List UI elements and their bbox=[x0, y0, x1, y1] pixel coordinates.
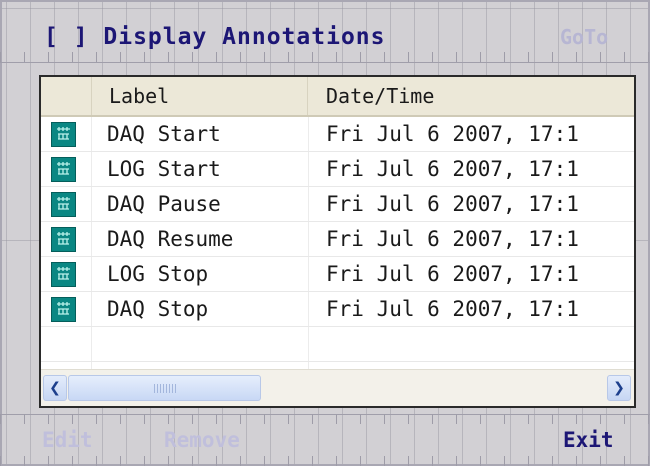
row-label: DAQ Stop bbox=[107, 297, 209, 321]
ruler-ticks bbox=[0, 456, 650, 466]
divider-line bbox=[0, 62, 650, 63]
table-row[interactable]: DAQ Stop Fri Jul 6 2007, 17:1 bbox=[41, 292, 634, 327]
annotation-rows: DAQ Start Fri Jul 6 2007, 17:1 LOG Start… bbox=[41, 117, 634, 362]
annotation-list[interactable]: Label Date/Time DAQ Start Fri Jul 6 2007… bbox=[39, 75, 636, 408]
row-label: DAQ Resume bbox=[107, 227, 234, 251]
display-annotations-toggle[interactable]: [ ] Display Annotations bbox=[44, 22, 386, 52]
goto-button[interactable]: GoTo bbox=[560, 24, 608, 50]
ruler-ticks bbox=[0, 414, 650, 424]
annotation-marker-icon bbox=[51, 122, 76, 147]
row-label: LOG Start bbox=[107, 157, 221, 181]
ruler-ticks bbox=[0, 52, 650, 62]
row-label: LOG Stop bbox=[107, 262, 209, 286]
annotation-marker-icon bbox=[51, 262, 76, 287]
icon-column-header[interactable] bbox=[41, 77, 91, 115]
exit-button[interactable]: Exit bbox=[563, 426, 614, 454]
scroll-right-button[interactable]: ❯ bbox=[607, 375, 631, 401]
table-row[interactable]: LOG Stop Fri Jul 6 2007, 17:1 bbox=[41, 257, 634, 292]
annotation-marker-icon bbox=[51, 157, 76, 182]
row-datetime: Fri Jul 6 2007, 17:1 bbox=[326, 122, 579, 146]
row-datetime: Fri Jul 6 2007, 17:1 bbox=[326, 157, 579, 181]
table-row[interactable]: DAQ Start Fri Jul 6 2007, 17:1 bbox=[41, 117, 634, 152]
row-label: DAQ Start bbox=[107, 122, 221, 146]
row-datetime: Fri Jul 6 2007, 17:1 bbox=[326, 227, 579, 251]
annotation-marker-icon bbox=[51, 227, 76, 252]
table-row[interactable]: DAQ Pause Fri Jul 6 2007, 17:1 bbox=[41, 187, 634, 222]
grip-icon bbox=[154, 384, 176, 393]
horizontal-scrollbar[interactable]: ❮ ❯ bbox=[41, 369, 634, 406]
remove-button[interactable]: Remove bbox=[164, 426, 240, 454]
row-label: DAQ Pause bbox=[107, 192, 221, 216]
row-datetime: Fri Jul 6 2007, 17:1 bbox=[326, 262, 579, 286]
scrollbar-thumb[interactable] bbox=[68, 375, 261, 401]
column-header-label[interactable]: Label bbox=[91, 77, 308, 115]
scroll-right-arrow-icon: ❯ bbox=[613, 380, 625, 396]
row-datetime: Fri Jul 6 2007, 17:1 bbox=[326, 297, 579, 321]
table-row[interactable]: LOG Start Fri Jul 6 2007, 17:1 bbox=[41, 152, 634, 187]
empty-row bbox=[41, 327, 634, 362]
annotation-marker-icon bbox=[51, 192, 76, 217]
list-header: Label Date/Time bbox=[41, 77, 634, 117]
scroll-left-button[interactable]: ❮ bbox=[43, 375, 67, 401]
edit-button[interactable]: Edit bbox=[42, 426, 93, 454]
column-header-datetime[interactable]: Date/Time bbox=[309, 77, 634, 115]
row-datetime: Fri Jul 6 2007, 17:1 bbox=[326, 192, 579, 216]
scroll-left-arrow-icon: ❮ bbox=[49, 380, 61, 396]
annotation-marker-icon bbox=[51, 297, 76, 322]
table-row[interactable]: DAQ Resume Fri Jul 6 2007, 17:1 bbox=[41, 222, 634, 257]
